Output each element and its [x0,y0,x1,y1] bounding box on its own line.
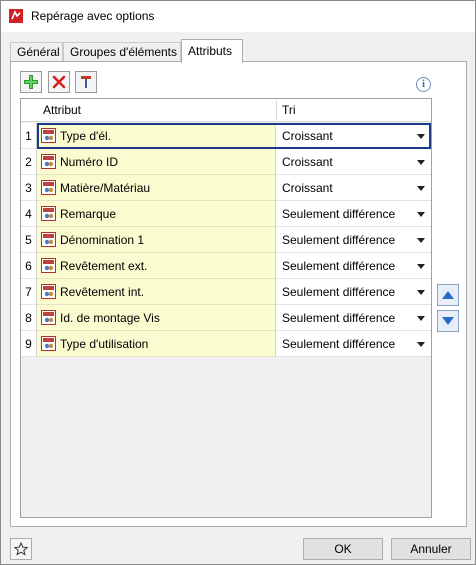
row-number: 6 [21,253,37,279]
tri-value: Seulement différence [282,337,396,351]
arrow-down-icon [442,317,454,325]
table-row[interactable]: 3 Matière/Matériau Croissant [21,175,431,201]
delete-x-icon [52,75,66,89]
attribut-cell[interactable]: Revêtement ext. [37,253,276,279]
move-down-button[interactable] [437,310,459,332]
attribute-icon [41,284,56,299]
attribut-cell[interactable]: Matière/Matériau [37,175,276,201]
tri-value: Croissant [282,155,333,169]
tri-value: Croissant [282,181,333,195]
add-plus-icon [24,75,38,89]
attribut-cell[interactable]: Id. de montage Vis [37,305,276,331]
chevron-down-icon[interactable] [417,212,425,217]
table-row[interactable]: 1 Type d'él. Croissant [21,123,431,149]
chevron-down-icon[interactable] [417,160,425,165]
attribut-label: Type d'utilisation [60,337,149,351]
tri-value: Seulement différence [282,285,396,299]
row-number: 2 [21,149,37,175]
tri-value: Seulement différence [282,233,396,247]
attribute-icon [41,310,56,325]
table-row[interactable]: 7 Revêtement int. Seulement différence [21,279,431,305]
tab-groupes-elements[interactable]: Groupes d'éléments [63,42,181,62]
attribut-label: Remarque [60,207,117,221]
attributes-grid: Attribut Tri 1 Type d'él. Croissant 2 Nu… [20,98,432,518]
tri-dropdown[interactable]: Seulement différence [276,201,431,227]
tab-attributs[interactable]: Attributs [181,39,243,63]
chevron-down-icon[interactable] [417,316,425,321]
attribute-icon [41,180,56,195]
row-number: 7 [21,279,37,305]
tri-value: Seulement différence [282,311,396,325]
dialog-window: Repérage avec options Général Groupes d'… [0,0,476,565]
attribute-icon [41,336,56,351]
chevron-down-icon[interactable] [417,186,425,191]
window-title: Repérage avec options [31,9,155,23]
attribute-icon [41,128,56,143]
attribut-cell[interactable]: Numéro ID [37,149,276,175]
attribut-label: Type d'él. [60,129,111,143]
attribute-icon [41,258,56,273]
grid-header: Attribut Tri [21,99,431,122]
attribut-label: Matière/Matériau [60,181,151,195]
attribute-icon [41,154,56,169]
attribut-label: Dénomination 1 [60,233,145,247]
title-bar: Repérage avec options [1,1,475,32]
attribut-cell[interactable]: Type d'utilisation [37,331,276,357]
attribute-pin-icon [81,76,91,88]
tri-value: Seulement différence [282,207,396,221]
table-row[interactable]: 4 Remarque Seulement différence [21,201,431,227]
add-attribute-button[interactable] [20,71,42,93]
tri-dropdown[interactable]: Croissant [276,123,431,149]
table-row[interactable]: 8 Id. de montage Vis Seulement différenc… [21,305,431,331]
attribut-label: Revêtement int. [60,285,145,299]
favorites-button[interactable] [10,538,32,560]
attribut-cell[interactable]: Revêtement int. [37,279,276,305]
attribute-options-button[interactable] [75,71,97,93]
info-icon[interactable]: i [416,77,431,92]
row-number: 9 [21,331,37,357]
cancel-button[interactable]: Annuler [391,538,471,560]
table-row[interactable]: 2 Numéro ID Croissant [21,149,431,175]
tab-general[interactable]: Général [10,42,63,62]
tri-dropdown[interactable]: Seulement différence [276,279,431,305]
tri-dropdown[interactable]: Seulement différence [276,227,431,253]
chevron-down-icon[interactable] [417,290,425,295]
chevron-down-icon[interactable] [417,134,425,139]
attribut-label: Id. de montage Vis [60,311,160,325]
attribute-icon [41,232,56,247]
star-icon [14,542,28,556]
tri-dropdown[interactable]: Seulement différence [276,253,431,279]
tri-dropdown[interactable]: Croissant [276,149,431,175]
attribut-label: Revêtement ext. [60,259,148,273]
chevron-down-icon[interactable] [417,238,425,243]
arrow-up-icon [442,291,454,299]
chevron-down-icon[interactable] [417,342,425,347]
attributs-panel: i Attribut Tri 1 Type d'él. Croissant 2 … [10,61,467,527]
row-number: 8 [21,305,37,331]
column-header-attribut[interactable]: Attribut [37,99,276,122]
attribute-icon [41,206,56,221]
column-header-tri[interactable]: Tri [276,99,431,122]
attribut-cell[interactable]: Type d'él. [37,123,276,149]
delete-attribute-button[interactable] [48,71,70,93]
tri-dropdown[interactable]: Seulement différence [276,305,431,331]
row-number: 1 [21,123,37,149]
attribut-cell[interactable]: Dénomination 1 [37,227,276,253]
row-number: 4 [21,201,37,227]
tri-dropdown[interactable]: Croissant [276,175,431,201]
tri-dropdown[interactable]: Seulement différence [276,331,431,357]
app-logo-icon [9,9,23,23]
table-row[interactable]: 9 Type d'utilisation Seulement différenc… [21,331,431,357]
tri-value: Croissant [282,129,333,143]
attribut-label: Numéro ID [60,155,119,169]
table-row[interactable]: 6 Revêtement ext. Seulement différence [21,253,431,279]
row-number: 5 [21,227,37,253]
chevron-down-icon[interactable] [417,264,425,269]
row-number: 3 [21,175,37,201]
attribut-cell[interactable]: Remarque [37,201,276,227]
tri-value: Seulement différence [282,259,396,273]
table-row[interactable]: 5 Dénomination 1 Seulement différence [21,227,431,253]
move-up-button[interactable] [437,284,459,306]
ok-button[interactable]: OK [303,538,383,560]
